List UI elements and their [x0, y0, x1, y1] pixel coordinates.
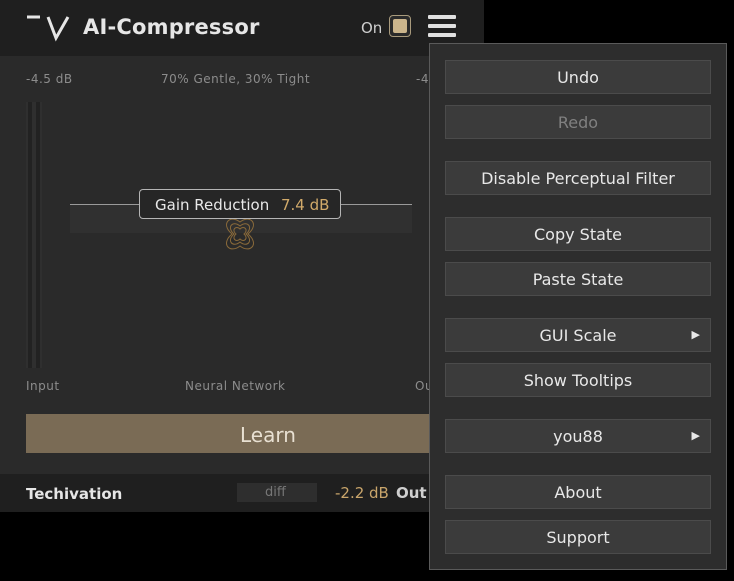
power-label: On — [361, 19, 383, 37]
output-gain-value[interactable]: -2.2 dB — [335, 484, 389, 502]
menu-item-show-tooltips[interactable]: Show Tooltips — [445, 363, 711, 397]
menu-item-redo: Redo — [445, 105, 711, 139]
menu-item-user-account[interactable]: you88 ▶ — [445, 419, 711, 453]
menu-item-label: Redo — [557, 113, 599, 132]
menu-item-disable-perceptual-filter[interactable]: Disable Perceptual Filter — [445, 161, 711, 195]
submenu-arrow-icon: ▶ — [691, 328, 700, 341]
menu-item-gui-scale[interactable]: GUI Scale ▶ — [445, 318, 711, 352]
learn-button[interactable]: Learn — [26, 414, 484, 453]
power-toggle[interactable] — [389, 15, 411, 37]
submenu-arrow-icon: ▶ — [691, 429, 700, 442]
neural-network-icon — [226, 218, 254, 250]
menu-item-label: Support — [546, 528, 610, 547]
menu-item-label: About — [554, 483, 602, 502]
blend-label: 70% Gentle, 30% Tight — [161, 72, 311, 86]
brand-label: Techivation — [26, 485, 123, 503]
diff-button[interactable]: diff — [237, 483, 317, 502]
techivation-logo-icon — [27, 15, 70, 42]
diff-label: diff — [265, 485, 286, 500]
menu-item-undo[interactable]: Undo — [445, 60, 711, 94]
menu-item-label: you88 — [553, 427, 603, 446]
menu-item-label: GUI Scale — [539, 326, 617, 345]
learn-button-label: Learn — [240, 423, 296, 447]
settings-menu: Undo Redo Disable Perceptual Filter Copy… — [429, 43, 727, 570]
menu-item-about[interactable]: About — [445, 475, 711, 509]
power-toggle-indicator — [393, 19, 407, 33]
input-meter-left — [28, 102, 32, 368]
input-label: Input — [26, 379, 60, 393]
gain-reduction-value: 7.4 dB — [281, 196, 330, 214]
input-db-label: -4.5 dB — [26, 72, 73, 86]
gain-reduction-label: Gain Reduction — [155, 196, 270, 214]
plugin-title: AI-Compressor — [83, 15, 260, 39]
menu-item-label: Paste State — [532, 270, 624, 289]
neural-network-label: Neural Network — [185, 379, 286, 393]
menu-item-label: Disable Perceptual Filter — [481, 169, 675, 188]
output-gain-label: Out — [396, 484, 427, 502]
plugin-window: AI-Compressor On -4.5 dB 70% Gentle, 30%… — [0, 0, 484, 512]
menu-item-support[interactable]: Support — [445, 520, 711, 554]
menu-item-label: Show Tooltips — [523, 371, 633, 390]
menu-item-copy-state[interactable]: Copy State — [445, 217, 711, 251]
header-bar: AI-Compressor On — [0, 0, 484, 56]
input-meter-right — [36, 102, 40, 368]
menu-item-paste-state[interactable]: Paste State — [445, 262, 711, 296]
menu-item-label: Undo — [557, 68, 599, 87]
footer-bar: Techivation diff -2.2 dB Out — [0, 474, 484, 512]
menu-item-label: Copy State — [533, 225, 623, 244]
gain-reduction-display: Gain Reduction 7.4 dB — [139, 189, 341, 219]
hamburger-menu-icon[interactable] — [428, 15, 456, 37]
